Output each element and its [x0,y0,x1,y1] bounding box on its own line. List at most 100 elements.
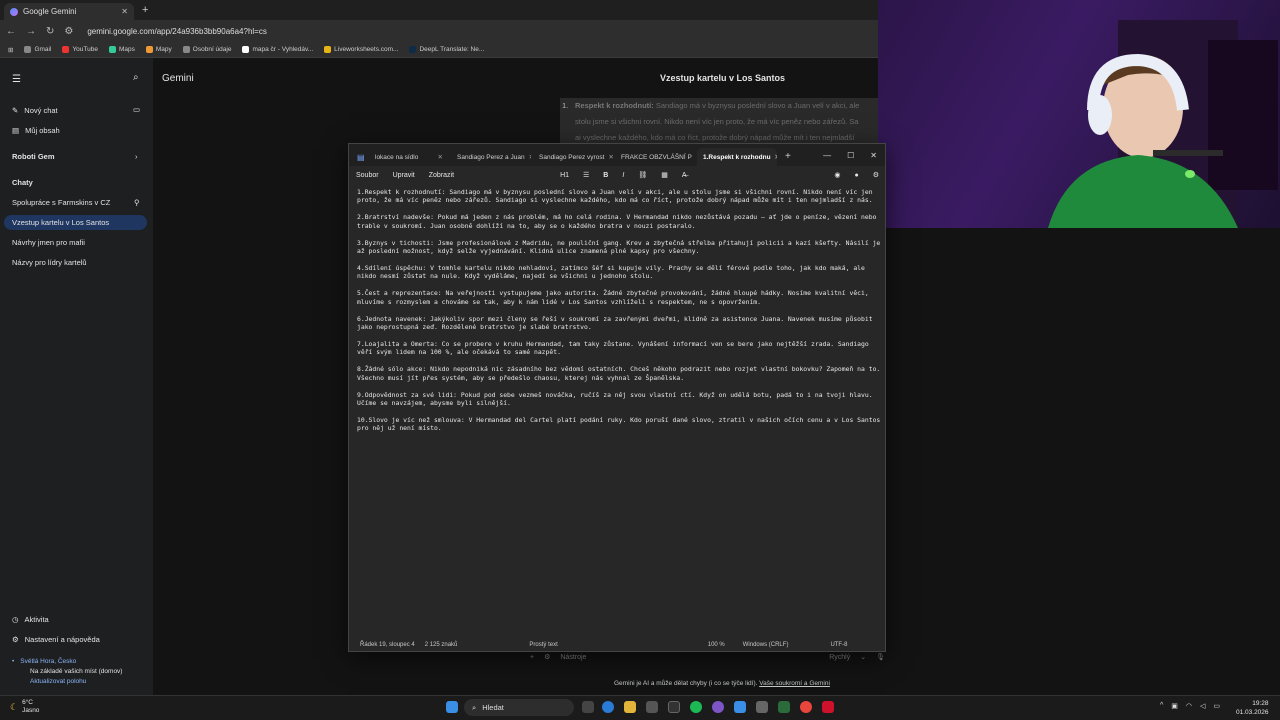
app-icon[interactable] [822,701,834,713]
spotify-icon[interactable] [690,701,702,713]
activity-button[interactable]: ◷ Aktivita [12,615,49,624]
store-icon[interactable] [646,701,658,713]
link-icon[interactable]: ⛓ [638,171,647,179]
chat-item[interactable]: Návrhy jmen pro mafii [12,238,85,247]
file-explorer-icon[interactable] [624,701,636,713]
notepad-tab[interactable]: Sandiago Perez a Juan ✕ [451,148,531,166]
notepad-tab-label: Sandiago Perez vyrost [539,153,605,161]
tab-close-icon[interactable]: ✕ [121,7,128,16]
plus-icon[interactable]: + [530,654,534,661]
browser-tab[interactable]: Google Gemini ✕ [4,3,134,20]
tab-close-icon[interactable]: ✕ [438,153,443,161]
heading-select[interactable]: H1 [560,172,569,179]
update-location-link[interactable]: Aktualizovat polohu [30,678,86,685]
url-field[interactable]: gemini.google.com/app/24a936b3bb90a6a4?h… [87,27,266,36]
notepad-tab[interactable]: FRAKCE OBZVLÁŠNÍ P✕ [615,148,695,166]
italic-icon[interactable]: I [622,172,624,179]
clear-format-icon[interactable]: A̶ [682,172,687,179]
bookmark-favicon-icon [182,46,190,53]
obs-icon[interactable] [712,701,724,713]
zoom-level[interactable]: 100 % [708,642,725,648]
encoding[interactable]: UTF-8 [830,642,847,648]
notepad-text-area[interactable]: 1.Respekt k rozhodnutí: Sandiago má v by… [357,188,883,441]
site-info-icon[interactable]: ⚙ [64,26,73,37]
forward-icon[interactable]: → [26,26,36,37]
back-icon[interactable]: ← [6,26,16,37]
app-icon[interactable] [756,701,768,713]
chevron-right-icon[interactable]: › [135,152,138,161]
chat-item[interactable]: Spolupráce s Farmskins v CZ [12,198,110,207]
tab-close-icon[interactable]: ✕ [608,153,613,161]
gemini-logo[interactable]: Gemini [162,73,194,84]
rule-paragraph: 3.Byznys v tichosti: Jsme profesionálové… [357,238,885,256]
menu-icon[interactable]: ☰ [12,74,21,85]
volume-icon[interactable]: ◁ [1200,702,1205,710]
settings-button[interactable]: ⚙ Nastavení a nápověda [12,635,100,644]
notepad-tab[interactable]: lokace na sídlo ✕ [369,148,449,166]
new-chat-button[interactable]: ✎ Nový chat [12,106,58,115]
tools-button[interactable]: Nástroje [560,654,586,661]
settings-label: Nastavení a nápověda [24,635,100,644]
list-icon[interactable]: ☰ [583,171,589,179]
chat-item-label: Názvy pro lídry kartelů [12,258,87,267]
line-ending[interactable]: Windows (CRLF) [743,642,789,648]
notepad-tab-label: lokace na sídlo [375,153,419,161]
tray-chevron-icon[interactable]: ^ [1160,702,1163,710]
account-icon[interactable]: ● [854,172,858,179]
bookmark-item[interactable]: DeepL Translate: Ne... [409,46,484,53]
search-icon[interactable]: ⌕ [133,72,139,83]
taskbar-clock[interactable]: 19:28 01.03.2026 [1236,699,1269,717]
new-tab-button[interactable]: + [142,4,148,16]
notepad-taskbar-icon[interactable] [734,701,746,713]
bookmark-favicon-icon [24,46,32,53]
format-indicator[interactable]: Prostý text [529,642,557,648]
bookmark-item[interactable]: Gmail [24,46,51,53]
bold-icon[interactable]: B [603,172,608,179]
taskbar-search[interactable]: ⌕ Hledat [464,699,574,716]
weather-widget[interactable]: ☾ 6°C Jasno [10,699,39,715]
robots-gem-section[interactable]: Roboti Gem [12,152,55,161]
menu-view[interactable]: Zobrazit [429,172,454,179]
bookmark-item[interactable]: Maps [108,46,135,53]
bookmark-item[interactable]: Osobní údaje [182,46,231,53]
task-view-icon[interactable] [582,701,594,713]
notepad-new-tab-button[interactable]: + [785,151,791,162]
model-speed-button[interactable]: Rychlý [829,654,850,661]
bookmark-favicon-icon [145,46,153,53]
settings-gear-icon[interactable]: ⚙ [873,171,879,179]
mic-icon[interactable]: 🎙 [876,653,885,661]
chat-item[interactable]: Názvy pro lídry kartelů [12,258,87,267]
menu-edit[interactable]: Upravit [393,172,415,179]
my-content-button[interactable]: ▤ Můj obsah [12,126,60,135]
maximize-button[interactable]: ☐ [847,151,854,160]
reload-icon[interactable]: ↻ [46,26,54,37]
new-chat-icon: ✎ [12,106,19,115]
privacy-link[interactable]: Vaše soukromí a Gemini [759,680,830,687]
edge-icon[interactable] [602,701,614,713]
battery-icon[interactable]: ▭ [1213,702,1220,710]
app-icon[interactable] [778,701,790,713]
tab-close-icon[interactable]: ✕ [775,153,777,161]
minimize-button[interactable]: — [823,151,831,160]
wifi-icon[interactable]: ◠ [1186,702,1192,710]
windows-start-icon[interactable] [446,701,458,713]
apps-icon[interactable]: ⊞ [8,46,13,54]
table-icon[interactable]: ▦ [661,171,668,179]
copilot-icon[interactable]: ◉ [834,171,840,179]
tray-app-icon[interactable]: ▣ [1171,702,1178,710]
bookmark-item[interactable]: YouTube [62,46,98,53]
chevron-down-icon[interactable]: ⌄ [860,653,866,661]
menu-file[interactable]: Soubor [356,172,379,179]
notepad-tab[interactable]: Sandiago Perez vyrost ✕ [533,148,613,166]
terminal-icon[interactable] [668,701,680,713]
tab-close-icon[interactable]: ✕ [529,153,531,161]
close-window-button[interactable]: ✕ [870,151,877,160]
temporary-chat-icon[interactable]: ▭ [133,105,140,114]
chat-item[interactable]: Vzestup kartelu v Los Santos [12,218,109,227]
bookmark-item[interactable]: Liveworksheets.com... [324,46,398,53]
location-name-label: Světlá Hora, Česko [20,658,77,665]
notepad-tab-active[interactable]: 1.Respekt k rozhodnu ✕ [697,148,777,166]
bookmark-item[interactable]: mapa čr - Vyhledáv... [242,46,313,53]
chrome-icon[interactable] [800,701,812,713]
bookmark-item[interactable]: Mapy [145,46,172,53]
